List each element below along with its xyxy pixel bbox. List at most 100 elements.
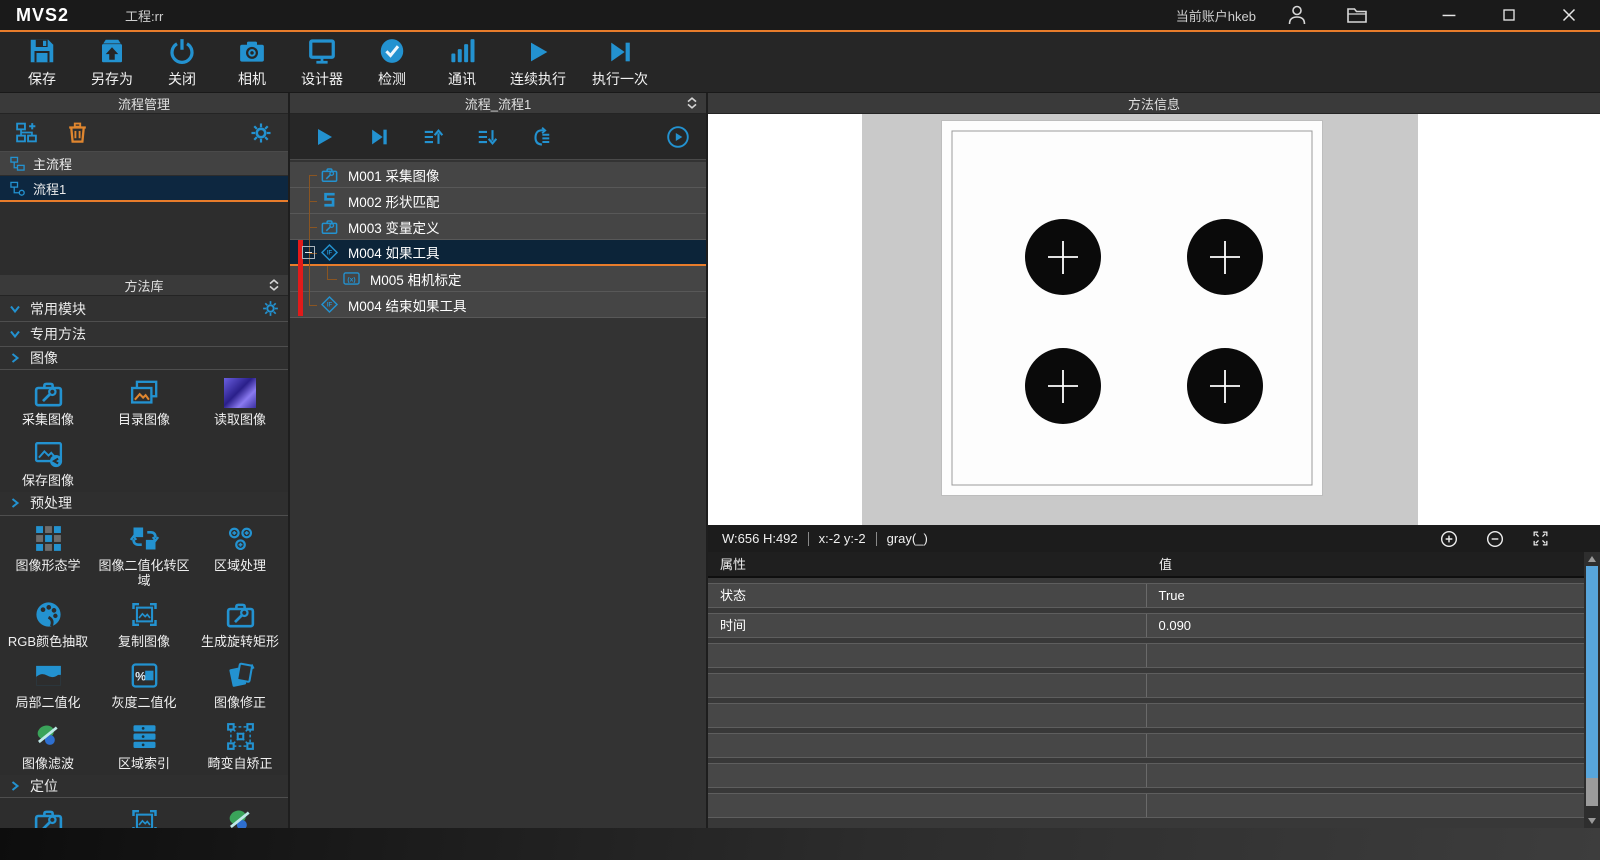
flow-step-m004-if[interactable]: M004 如果工具 (290, 240, 706, 266)
flow-step-m003[interactable]: M003 变量定义 (290, 214, 706, 240)
close-button[interactable] (1554, 4, 1584, 26)
account-button[interactable] (1284, 4, 1310, 26)
check-circle-icon (381, 39, 404, 63)
scrollbar-thumb[interactable] (1586, 566, 1598, 778)
camera-button[interactable]: 相机 (230, 36, 274, 89)
flow-step-m002[interactable]: M002 形状匹配 (290, 188, 706, 214)
table-row[interactable] (708, 733, 1584, 758)
table-row[interactable] (708, 673, 1584, 698)
step-once-icon (372, 129, 387, 144)
close-project-button[interactable]: 关闭 (160, 36, 204, 89)
image-viewer[interactable] (708, 114, 1600, 525)
collapse-panel-button[interactable] (686, 97, 698, 109)
flow-step-m001[interactable]: M001 采集图像 (290, 162, 706, 188)
table-row[interactable] (708, 643, 1584, 668)
table-row[interactable] (708, 763, 1584, 788)
module-gray-binarize[interactable]: 灰度二值化 (96, 658, 192, 711)
process-settings-button[interactable] (250, 122, 272, 144)
process-item-flow1[interactable]: 流程1 (0, 176, 288, 202)
column-header-value: 值 (1145, 552, 1584, 576)
save-button[interactable]: 保存 (20, 36, 64, 89)
method-panel-header: 方法库 (0, 275, 288, 296)
account-label: 当前账户hkeb (1176, 6, 1256, 25)
group-settings-button[interactable] (262, 300, 279, 317)
module-rgb-extract[interactable]: RGB颜色抽取 (0, 597, 96, 650)
flow-tree-icon (11, 182, 24, 195)
process-item-main[interactable]: 主流程 (0, 152, 288, 176)
tree-connector-stub (309, 305, 317, 306)
collapse-panel-button[interactable] (268, 279, 280, 291)
module-acquire-image[interactable]: 采集图像 (0, 375, 96, 428)
table-scrollbar[interactable] (1584, 552, 1600, 828)
module-region-index[interactable]: 区域索引 (96, 719, 192, 772)
table-row[interactable]: 时间 0.090 (708, 613, 1584, 638)
module-morphology[interactable]: 图像形态学 (0, 521, 96, 589)
status-separator (876, 532, 877, 546)
swap-squares-icon (130, 528, 158, 550)
flow-run-button[interactable] (312, 125, 336, 149)
calibration-pattern (942, 121, 1322, 495)
module-clipped-1[interactable] (0, 804, 96, 828)
copy-image-icon (133, 811, 155, 828)
signal-bars-icon (451, 39, 474, 62)
section-preprocess[interactable]: 预处理 (0, 492, 288, 516)
module-clipped-3[interactable] (192, 804, 288, 828)
gear-icon (250, 122, 272, 144)
module-read-image[interactable]: 读取图像 (192, 375, 288, 428)
table-row[interactable] (708, 793, 1584, 818)
play-icon (318, 129, 332, 145)
module-save-image[interactable]: 保存图像 (0, 436, 96, 489)
delete-process-button[interactable] (65, 120, 90, 145)
section-locate[interactable]: 定位 (0, 775, 288, 798)
loop-run-button[interactable] (530, 126, 552, 148)
image-thumbnail-icon (224, 378, 256, 408)
group-common-modules[interactable]: 常用模块 (0, 296, 288, 322)
main-toolbar: 保存 另存为 关闭 相机 设计器 检测 通讯 连续执行 执行一次 (0, 32, 1600, 93)
collapse-if-block-button[interactable] (302, 246, 315, 259)
module-directory-image[interactable]: 目录图像 (96, 375, 192, 428)
scroll-up-icon (1588, 556, 1596, 562)
fit-view-button[interactable] (1531, 529, 1550, 548)
chevron-right-icon (13, 782, 18, 790)
flow-step-m004-endif[interactable]: M004 结束如果工具 (290, 292, 706, 318)
minimize-button[interactable] (1434, 4, 1464, 26)
zoom-out-button[interactable] (1485, 529, 1505, 549)
save-as-button[interactable]: 另存为 (90, 36, 134, 89)
module-binarize-to-region[interactable]: 图像二值化转区域 (96, 521, 192, 589)
designer-button[interactable]: 设计器 (300, 36, 344, 89)
module-local-binarize[interactable]: 局部二值化 (0, 658, 96, 711)
run-once-button[interactable]: 执行一次 (592, 36, 648, 89)
move-down-button[interactable] (476, 126, 498, 148)
table-row[interactable]: 状态 True (708, 583, 1584, 608)
add-process-button[interactable] (14, 120, 39, 145)
module-region-process[interactable]: 区域处理 (192, 521, 288, 589)
module-copy-image[interactable]: 复制图像 (96, 597, 192, 650)
step-once-icon (611, 42, 630, 61)
maximize-button[interactable] (1494, 4, 1524, 26)
mesh-grid-icon (228, 724, 253, 749)
group-special-methods[interactable]: 专用方法 (0, 322, 288, 347)
table-row[interactable] (708, 703, 1584, 728)
open-project-button[interactable] (1344, 4, 1370, 26)
image-size-label: W:656 H:492 (722, 531, 798, 546)
section-image[interactable]: 图像 (0, 347, 288, 370)
flow-run-circle-button[interactable] (666, 125, 690, 149)
module-image-filter[interactable]: 图像滤波 (0, 719, 96, 772)
flow-step-m005[interactable]: M005 相机标定 (290, 266, 706, 292)
module-gen-rotated-rect[interactable]: 生成旋转矩形 (192, 597, 288, 650)
move-up-button[interactable] (422, 126, 444, 148)
module-clipped-2[interactable] (96, 804, 192, 828)
zoom-in-button[interactable] (1439, 529, 1459, 549)
run-continuous-button[interactable]: 连续执行 (510, 36, 566, 89)
communication-button[interactable]: 通讯 (440, 36, 484, 89)
toolbox-icon (36, 383, 61, 404)
module-image-correct[interactable]: 图像修正 (192, 658, 288, 711)
property-table: 属性 值 状态 True 时间 0.090 (708, 552, 1600, 828)
folder-icon (1348, 9, 1366, 22)
module-distortion-correct[interactable]: 畸变自矫正 (192, 719, 288, 772)
scroll-up-button[interactable] (1584, 552, 1600, 566)
flow-step-button[interactable] (368, 126, 390, 148)
tilted-cards-icon (229, 664, 253, 687)
scroll-down-button[interactable] (1584, 814, 1600, 828)
detect-button[interactable]: 检测 (370, 36, 414, 89)
